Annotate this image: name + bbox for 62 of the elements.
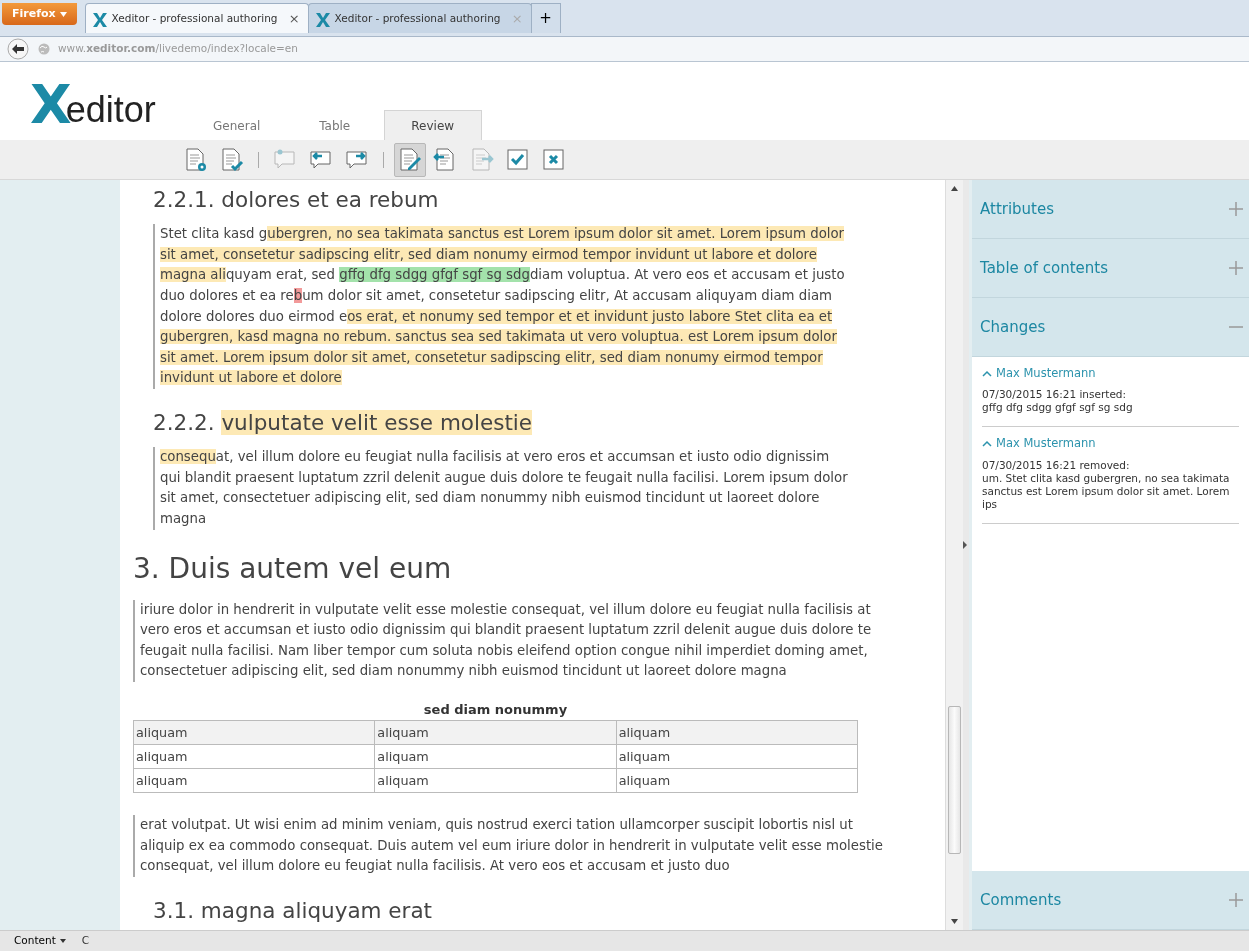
change-meta: 07/30/2015 16:21 removed: — [982, 458, 1131, 472]
table-cell: aliquam — [133, 768, 375, 793]
content-menu-button[interactable]: Content — [14, 933, 66, 949]
table-cell: aliquam — [374, 720, 617, 745]
section-heading: 2.2.2. vulputate velit esse molestie — [153, 409, 534, 437]
caret-icon — [59, 11, 67, 17]
section-heading: 3. Duis autem vel eum — [133, 550, 453, 587]
document-check-icon — [219, 146, 245, 173]
x-logo-icon — [91, 10, 108, 27]
table-cell: aliquam — [374, 744, 617, 769]
change-author[interactable]: Max Mustermann — [996, 435, 1096, 453]
change-author[interactable]: Max Mustermann — [996, 365, 1096, 383]
logo-mark: X — [30, 78, 66, 132]
paragraph: iriure dolor in hendrerit in vulputate velit esse molestie consequat, vel illum dolore eu feugiat nulla facilisis at vero eros et accumsan et iusto odio dignissim qui blandit praesent luptatum zzril delenit augue duis dolore te feugait nulla facilisi. Nam liber tempor cum soluta nobis eleifend option congue nihil imperdiet doming amet, consectetuer adipiscing elit, sed diam nonummy nibh euismod tincidunt ut laoreet dolore magna — [133, 599, 888, 682]
table-cell: aliquam — [374, 768, 617, 793]
document-pencil-icon — [397, 146, 423, 173]
x-logo-icon — [314, 10, 331, 27]
table-caption: sed diam nonummy — [422, 701, 569, 719]
paragraph: erat volutpat. Ut wisi enim ad minim veniam, quis nostrud exerci tation ullamcorper suscipit lobortis nisl ut aliquip ex ea commodo consequat. Duis autem vel eum iriure dolor in hendrerit in vulputate velit esse molestie consequat, vel illum dolore eu feugiat nulla facilisis. At vero eos et accusam et justo duo — [133, 815, 888, 877]
document-right-arrow-icon — [469, 146, 495, 173]
panel-header[interactable]: Table of contents — [972, 239, 1249, 298]
splitter-arrow-icon[interactable] — [963, 541, 967, 549]
paragraph: consequat, vel illum dolore eu feugiat nulla facilisis at vero eros et accumsan et iusto odio dignissim qui blandit praesent luptatum zzril delenit augue duis dolore te feugait nulla facilisi. Lorem ipsum dolor sit amet, consectetuer adipiscing elit, sed diam nonummy nibh euismod tincidunt ut laoreet dolore magna — [153, 447, 853, 530]
change-meta: 07/30/2015 16:21 inserted: — [982, 388, 1128, 402]
panel-header[interactable]: Attributes — [972, 180, 1249, 239]
toolbar-button[interactable] — [394, 142, 426, 177]
browser-tab[interactable]: Xeditor - professional authoring × — [84, 3, 309, 33]
change-text: um. Stet clita kasd gubergren, no sea takimata sanctus est Lorem ipsum dolor sit amet. Lorem ips — [982, 471, 1231, 511]
new-tab-button[interactable]: + — [530, 3, 561, 33]
globe-icon — [38, 43, 50, 55]
scroll-up-arrow-icon[interactable] — [951, 186, 958, 191]
logo-text: editor — [65, 92, 156, 132]
table-cell: aliquam — [133, 720, 375, 745]
address-text[interactable]: www.xeditor.com/livedemo/index?locale=en — [58, 41, 298, 57]
scroll-thumb[interactable] — [948, 706, 961, 854]
expand-icon — [1229, 202, 1243, 216]
ribbon-tab[interactable]: General — [187, 110, 286, 140]
chevron-up-icon[interactable] — [982, 440, 992, 448]
section-heading: 2.2.1. dolores et ea rebum — [153, 186, 440, 214]
close-tab-button[interactable]: × — [286, 8, 302, 29]
status-item[interactable]: C — [81, 933, 90, 949]
table-cell: aliquam — [616, 768, 858, 793]
expand-icon — [1229, 261, 1243, 275]
change-text: gffg dfg sdgg gfgf sgf sg sdg — [982, 401, 1134, 415]
expand-icon — [1229, 893, 1243, 907]
table-cell: aliquam — [616, 720, 858, 745]
chevron-up-icon[interactable] — [982, 370, 992, 378]
document-gear-icon — [183, 146, 209, 173]
ribbon-tab[interactable]: Review — [383, 110, 482, 140]
paragraph: Stet clita kasd gubergren, no sea takimata sanctus est Lorem ipsum dolor sit amet. Lorem ipsum dolor sit amet, consetetur sadipscing elitr, sed diam nonumy eirmod tempor invidunt ut labore et dolore magna aliquyam erat, sed gffg dfg sdgg gfgf sgf sg sdgdiam voluptua. At vero eos et accusam et justo duo dolores et ea rebum dolor sit amet, consetetur sadipscing elitr, At accusam aliquyam diam diam dolore dolores duo eirmod eos erat, et nonumy sed tempor et et invidunt justo labore Stet clita ea et gubergren, kasd magna no rebum. sanctus sea sed takimata ut vero voluptua. est Lorem ipsum dolor sit amet. Lorem ipsum dolor sit amet, consetetur sadipscing elitr, sed diam nonumy eirmod tempor invidunt ut labore et dolore — [153, 224, 853, 389]
browser-menu-button[interactable]: Firefox — [2, 3, 77, 25]
browser-tab[interactable]: Xeditor - professional authoring × — [307, 3, 532, 33]
checkbox-x-icon — [541, 146, 567, 173]
section-heading: 3.1. magna aliquyam erat — [153, 896, 433, 925]
caret-icon — [59, 939, 66, 943]
ribbon-tab[interactable]: Table — [285, 110, 384, 140]
panel-header[interactable]: Comments — [972, 871, 1249, 930]
table-cell: aliquam — [616, 744, 858, 769]
scroll-down-arrow-icon[interactable] — [951, 919, 958, 924]
checkbox-check-icon — [505, 146, 531, 173]
panel-header[interactable]: Changes — [972, 298, 1249, 357]
table-cell: aliquam — [133, 744, 375, 769]
